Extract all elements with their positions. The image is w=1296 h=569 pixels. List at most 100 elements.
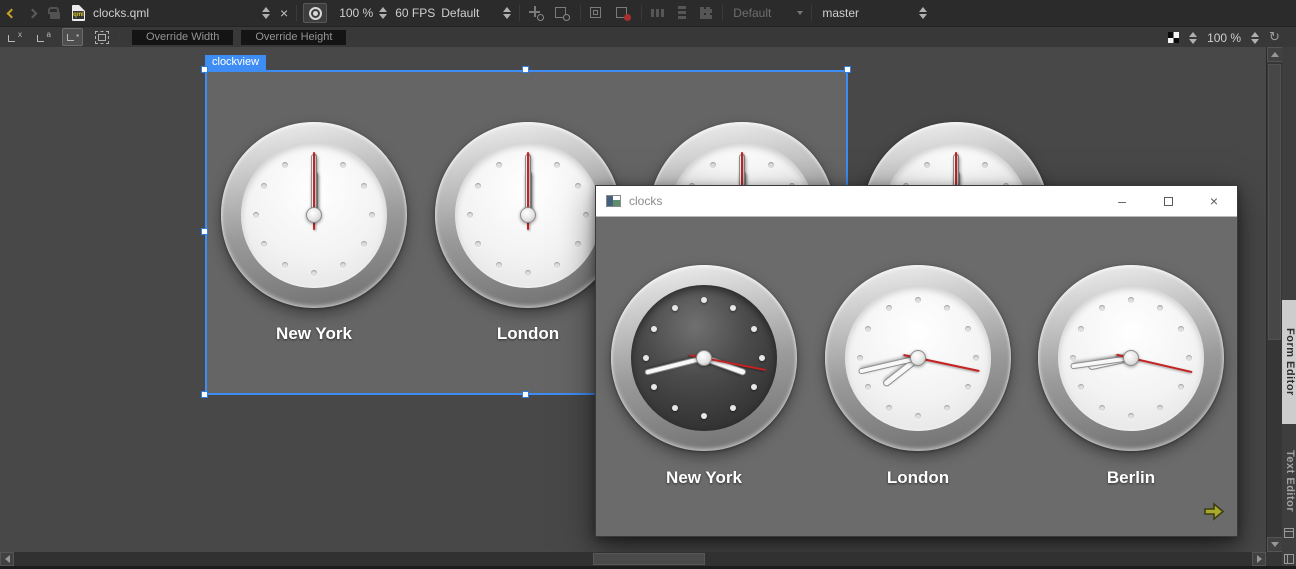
columns-layout-icon[interactable] [650, 5, 666, 21]
maximize-button[interactable] [1145, 186, 1191, 216]
scroll-down-button[interactable] [1267, 537, 1283, 552]
window-content: New York London Berlin [596, 217, 1237, 536]
clock-city-label: London [886, 468, 950, 487]
clock-city-label: Berlin [1106, 468, 1156, 487]
unlock-icon[interactable] [48, 7, 60, 19]
vertical-scrollbar-thumb[interactable] [1268, 64, 1281, 340]
hour-marker-dot [496, 262, 502, 269]
grid-layout-icon[interactable] [698, 5, 714, 21]
show-bounding-rects-button[interactable] [95, 30, 109, 44]
move-timeline-icon[interactable] [528, 5, 545, 21]
canvas-zoom-spinner-right[interactable] [1251, 31, 1260, 44]
reset-zoom-icon[interactable]: ↺ [1269, 30, 1280, 45]
document-selector-spinner[interactable] [262, 7, 271, 19]
hour-marker-dot [965, 384, 972, 390]
snap-anchors-button[interactable]: a [33, 28, 54, 46]
app-window[interactable]: clocks – × New York London Berlin [595, 185, 1238, 537]
fps-value: 60 FPS [395, 6, 436, 20]
top-toolbar: qml clocks.qml × 100 % 60 FPS Default De… [0, 0, 1296, 26]
branch-selector[interactable]: master [822, 6, 859, 20]
resize-handle[interactable] [201, 391, 208, 398]
clock-new-york[interactable] [221, 122, 407, 308]
scroll-left-button[interactable] [0, 552, 14, 566]
hour-marker-dot [369, 212, 375, 218]
hour-marker-dot [253, 212, 259, 218]
hour-marker-dot [915, 297, 921, 303]
tab-text-editor[interactable]: Text Editor [1282, 435, 1296, 527]
horizontal-scrollbar[interactable] [0, 552, 1266, 566]
hour-marker-dot [924, 161, 930, 168]
hour-marker-dot [575, 183, 582, 189]
hour-marker-dot [1077, 326, 1084, 332]
form-editor-canvas[interactable]: New York London clockview clocks – × New … [0, 47, 1266, 552]
hour-marker-dot [1128, 297, 1134, 303]
hour-marker-dot [1157, 304, 1163, 311]
resize-handle[interactable] [201, 228, 208, 235]
snap-parent-button[interactable]: ▪ [62, 28, 83, 46]
canvas-background-toggle-icon[interactable] [1168, 32, 1180, 43]
hour-marker-dot [361, 183, 368, 189]
close-button[interactable]: × [1191, 186, 1237, 216]
rows-layout-icon[interactable] [674, 5, 690, 21]
hour-marker-dot [282, 161, 288, 168]
preview-zoom-value: 100 % [339, 6, 374, 20]
hour-marker-dot [1099, 304, 1105, 311]
hour-marker-dot [701, 297, 707, 303]
vertical-scrollbar[interactable] [1266, 47, 1283, 552]
hour-marker-dot [1178, 384, 1185, 390]
resize-handle[interactable] [522, 391, 529, 398]
editor-mode-sidebar: Form Editor Text Editor [1282, 47, 1296, 566]
resize-handle[interactable] [522, 66, 529, 73]
hour-marker-dot [751, 326, 758, 332]
clock-city-label: New York [276, 324, 352, 343]
hour-marker-dot [554, 161, 560, 168]
override-height-button[interactable]: Override Height [241, 29, 347, 45]
window-titlebar[interactable]: clocks – × [596, 186, 1237, 217]
resize-handle[interactable] [201, 66, 208, 73]
resize-handle[interactable] [844, 66, 851, 73]
style-selector[interactable]: Default [733, 6, 771, 20]
style-dropdown-icon[interactable] [797, 11, 804, 15]
scroll-up-button[interactable] [1267, 47, 1283, 62]
branch-spinner[interactable] [919, 7, 928, 19]
hour-marker-dot [915, 413, 921, 419]
hour-marker-dot [1178, 326, 1185, 332]
frame-timeline-icon[interactable] [554, 5, 571, 21]
hour-marker-dot [650, 326, 657, 332]
play-icon [308, 6, 322, 20]
no-snapping-button[interactable]: x [4, 28, 25, 46]
reset-view-icon[interactable] [615, 5, 632, 21]
bounding-rect-icon[interactable] [589, 5, 605, 21]
clock-center-knob [520, 207, 536, 223]
hour-marker-dot [730, 405, 736, 412]
clock-new-york [611, 265, 797, 451]
hour-marker-dot [768, 161, 774, 168]
fps-profile-spinner[interactable] [503, 7, 512, 19]
minimize-button[interactable]: – [1099, 186, 1145, 216]
split-horizontal-icon[interactable] [1284, 528, 1294, 538]
run-preview-button[interactable] [303, 3, 328, 23]
clock-center-knob [910, 350, 926, 366]
canvas-zoom-value: 100 % [1207, 30, 1242, 45]
hour-marker-dot [886, 405, 892, 412]
override-width-button[interactable]: Override Width [132, 29, 234, 45]
hour-marker-dot [982, 161, 988, 168]
hour-marker-dot [672, 405, 678, 412]
hour-marker-dot [944, 405, 950, 412]
selection-label[interactable]: clockview [205, 55, 267, 70]
forward-icon[interactable] [27, 8, 38, 18]
next-page-arrow-icon[interactable] [1203, 502, 1225, 526]
tab-form-editor[interactable]: Form Editor [1282, 300, 1296, 424]
preview-zoom-spinner[interactable] [379, 7, 388, 19]
hour-marker-dot [340, 262, 346, 269]
back-icon[interactable] [6, 8, 17, 18]
hour-marker-dot [730, 304, 736, 311]
scroll-right-button[interactable] [1252, 552, 1266, 566]
horizontal-scrollbar-thumb[interactable] [593, 553, 705, 565]
hour-marker-dot [583, 212, 589, 218]
canvas-zoom-spinner-left[interactable] [1189, 31, 1198, 44]
split-vertical-icon[interactable] [1284, 554, 1294, 564]
close-document-icon[interactable]: × [280, 6, 288, 20]
fps-profile-value: Default [441, 6, 480, 20]
clock-london[interactable] [435, 122, 621, 308]
